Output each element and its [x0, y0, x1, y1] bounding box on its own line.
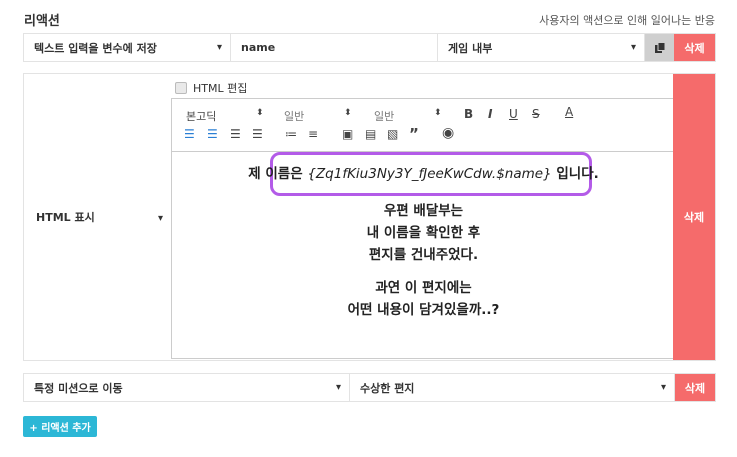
preview-eye-icon[interactable]: ◉ [442, 125, 454, 141]
name-line: 제 이름은 {Zq1fKiu3Ny3Y_fJeeKwCdw.$name} 입니다… [172, 162, 675, 182]
chevron-down-icon: ▾ [630, 42, 636, 53]
paragraph-1: 우편 배달부는 내 이름을 확인한 후 편지를 건내주었다. [172, 200, 675, 266]
video-icon[interactable]: ▤ [365, 127, 376, 141]
sort-arrows-icon: ⬍ [256, 108, 264, 118]
sort-arrows-icon: ⬍ [344, 108, 352, 118]
copy-icon [654, 41, 665, 53]
paragraph-2: 과연 이 편지에는 어떤 내용이 담겨있을까..? [172, 277, 675, 321]
editor-content[interactable]: 제 이름은 {Zq1fKiu3Ny3Y_fJeeKwCdw.$name} 입니다… [172, 152, 675, 358]
para1-line: 우편 배달부는 [383, 203, 464, 219]
editor-toolbar: 본고딕 ⬍ 일반 ⬍ 일반 ⬍ B I U S A ☰ ☰ ☰ ☰ ≔ ≡ ▣ … [172, 99, 675, 152]
para2-line: 과연 이 편지에는 [375, 280, 472, 296]
section-subtitle: 사용자의 액션으로 인해 일어나는 반응 [539, 14, 715, 27]
variable-name-value: name [241, 41, 276, 54]
align-center-icon[interactable]: ☰ [207, 127, 218, 141]
chevron-down-icon: ▾ [335, 382, 341, 393]
text-color-button[interactable]: A [565, 105, 573, 119]
action-select-value: 특정 미션으로 이동 [34, 381, 123, 395]
html-edit-label: HTML 편집 [193, 82, 248, 95]
editor-frame: 본고딕 ⬍ 일반 ⬍ 일반 ⬍ B I U S A ☰ ☰ ☰ ☰ ≔ ≡ ▣ … [171, 98, 676, 359]
scope-select[interactable]: 게임 내부 ▾ [438, 34, 645, 61]
action-select-value: HTML 표시 [36, 211, 95, 224]
align-justify-icon[interactable]: ☰ [252, 127, 263, 141]
paragraph-style-select[interactable]: 일반 ⬍ [374, 108, 444, 124]
italic-button[interactable]: I [488, 107, 492, 121]
action-select[interactable]: HTML 표시 ▾ [24, 74, 171, 360]
chevron-down-icon: ▾ [216, 42, 222, 53]
sort-arrows-icon: ⬍ [434, 108, 442, 118]
delete-button[interactable]: 삭제 [675, 374, 715, 401]
chevron-down-icon: ▾ [157, 213, 163, 224]
para1-line: 편지를 건내주었다. [368, 247, 479, 263]
font-family-value: 본고딕 [186, 110, 217, 123]
mission-select[interactable]: 수상한 편지 ▾ [350, 374, 675, 401]
para2-line: 어떤 내용이 담겨있을까..? [347, 302, 500, 318]
add-reaction-button[interactable]: + 리액션 추가 [23, 416, 97, 437]
font-size-select[interactable]: 일반 ⬍ [284, 108, 354, 124]
mission-select-value: 수상한 편지 [360, 381, 415, 395]
chevron-down-icon: ▾ [660, 382, 666, 393]
html-edit-checkbox[interactable] [175, 82, 187, 94]
variable-token: {Zq1fKiu3Ny3Y_fJeeKwCdw.$name} [307, 166, 552, 182]
align-left-icon[interactable]: ☰ [184, 127, 195, 141]
variable-name-input[interactable]: name [231, 34, 438, 61]
file-icon[interactable]: ▧ [387, 127, 398, 141]
line1-prefix: 제 이름은 [248, 166, 308, 182]
html-editor: HTML 편집 본고딕 ⬍ 일반 ⬍ 일반 ⬍ B I U S A ☰ ☰ ☰ … [171, 74, 676, 360]
reaction-row-save-input: 텍스트 입력을 변수에 저장 ▾ name 게임 내부 ▾ 삭제 [23, 33, 716, 62]
bullet-list-icon[interactable]: ≡ [308, 127, 318, 141]
html-edit-toggle[interactable]: HTML 편집 [175, 80, 247, 96]
align-right-icon[interactable]: ☰ [230, 127, 241, 141]
line1-suffix: 입니다. [551, 166, 599, 182]
delete-button[interactable]: 삭제 [674, 34, 715, 61]
bold-button[interactable]: B [464, 107, 473, 121]
font-size-value: 일반 [284, 110, 305, 123]
section-title: 리액션 [24, 14, 60, 29]
font-family-select[interactable]: 본고딕 ⬍ [186, 108, 264, 124]
para1-line: 내 이름을 확인한 후 [366, 225, 481, 241]
action-select[interactable]: 텍스트 입력을 변수에 저장 ▾ [24, 34, 231, 61]
underline-button[interactable]: U [509, 107, 518, 121]
action-select[interactable]: 특정 미션으로 이동 ▾ [24, 374, 350, 401]
delete-button[interactable]: 삭제 [673, 74, 715, 360]
reaction-row-goto-mission: 특정 미션으로 이동 ▾ 수상한 편지 ▾ 삭제 [23, 373, 716, 402]
paragraph-style-value: 일반 [374, 110, 395, 123]
image-icon[interactable]: ▣ [342, 127, 353, 141]
reaction-row-html: HTML 표시 ▾ HTML 편집 본고딕 ⬍ 일반 ⬍ 일반 ⬍ B I U … [23, 73, 716, 361]
scope-select-value: 게임 내부 [448, 41, 493, 55]
action-select-value: 텍스트 입력을 변수에 저장 [34, 41, 157, 55]
quote-icon[interactable]: ” [409, 125, 419, 143]
strike-button[interactable]: S [532, 107, 540, 121]
copy-button[interactable] [645, 34, 674, 61]
ordered-list-icon[interactable]: ≔ [285, 127, 297, 141]
